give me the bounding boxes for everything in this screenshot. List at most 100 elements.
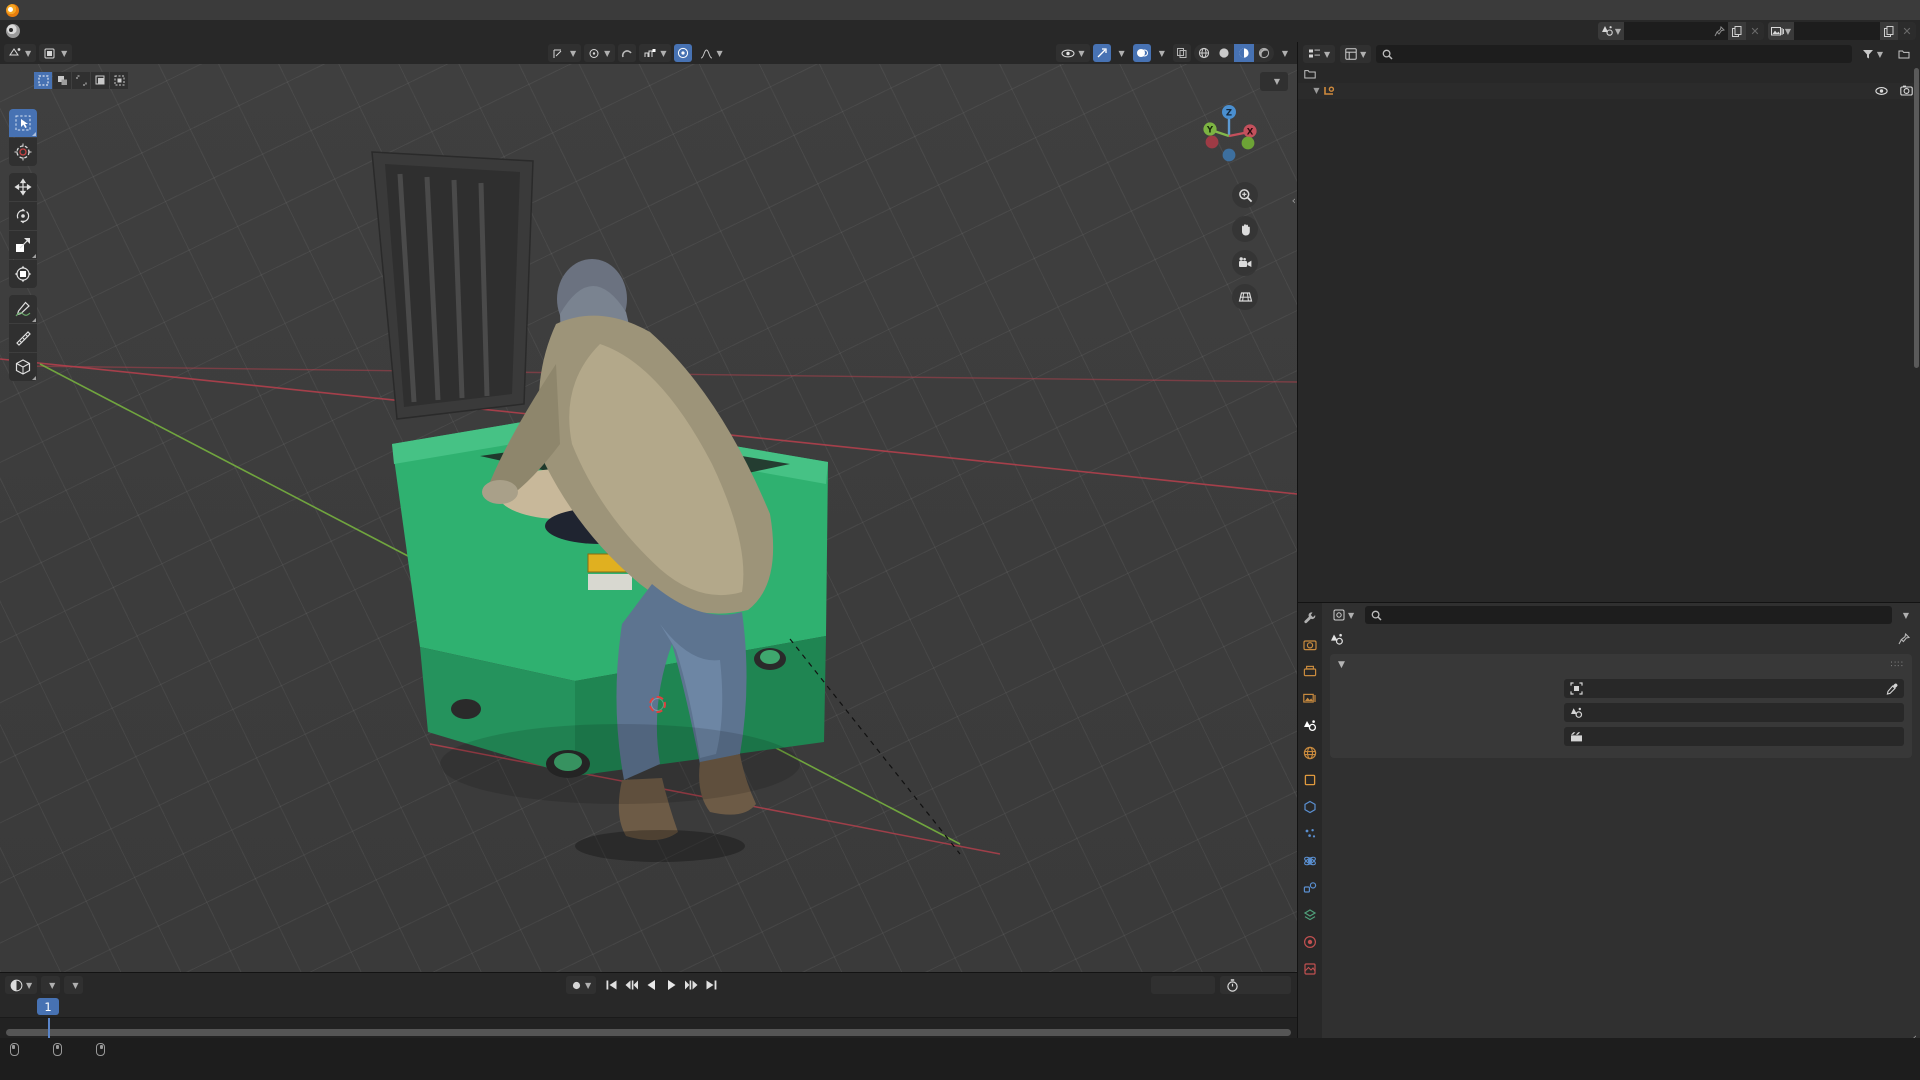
timeline-editor-type-button[interactable]: ▼ <box>5 976 38 994</box>
properties-tab-scene[interactable] <box>1301 717 1319 735</box>
viewlayer-selector[interactable]: ▼ ✕ <box>1768 22 1916 40</box>
properties-tab-view-layer[interactable] <box>1301 690 1319 708</box>
properties-search-input[interactable] <box>1365 606 1892 624</box>
select-invert-button[interactable] <box>91 72 109 89</box>
properties-tab-object[interactable] <box>1301 771 1319 789</box>
properties-tab-render[interactable] <box>1301 636 1319 654</box>
tool-transform[interactable] <box>9 260 37 288</box>
new-scene-button[interactable] <box>1728 22 1746 40</box>
tool-rotate[interactable] <box>9 202 37 230</box>
properties-tab-output[interactable] <box>1301 663 1319 681</box>
outliner-new-collection-button[interactable] <box>1893 45 1915 63</box>
previous-keyframe-button[interactable] <box>622 976 640 994</box>
chevron-down-icon[interactable]: ▼ <box>1338 660 1345 670</box>
outliner-row-root-collection[interactable]: ▼ <box>1298 82 1920 99</box>
select-box-button[interactable] <box>34 72 52 89</box>
disclosure-triangle-icon[interactable]: ▼ <box>1310 86 1323 95</box>
timeline-track-area[interactable] <box>0 1017 1297 1038</box>
camera-view-icon[interactable] <box>1232 250 1258 276</box>
scene-selector[interactable]: ▼ ✕ <box>1598 22 1764 40</box>
play-reverse-button[interactable] <box>642 976 660 994</box>
outliner-editor-type-button[interactable]: ▼ <box>1303 45 1336 63</box>
jump-to-end-button[interactable] <box>702 976 720 994</box>
zoom-icon[interactable] <box>1232 182 1258 208</box>
xray-toggle[interactable] <box>1172 44 1191 62</box>
sidebar-expand-arrow-icon[interactable]: ‹ <box>1292 194 1296 207</box>
properties-options-dropdown[interactable]: ▼ <box>1898 606 1914 624</box>
pan-hand-icon[interactable] <box>1232 216 1258 242</box>
3d-viewport[interactable]: ▼ Z Y X ‹ <box>0 64 1297 972</box>
select-extend-button[interactable] <box>53 72 71 89</box>
timeline-menu-keying[interactable]: ▼ <box>64 976 84 994</box>
shading-wireframe-button[interactable] <box>1194 44 1214 62</box>
current-frame-field[interactable] <box>1151 976 1215 994</box>
tool-move[interactable] <box>9 173 37 201</box>
tool-cursor[interactable] <box>9 138 37 166</box>
outliner-filter-button[interactable]: ▼ <box>1857 45 1888 63</box>
properties-tab-material[interactable] <box>1301 933 1319 951</box>
properties-tab-particles[interactable] <box>1301 825 1319 843</box>
maximize-button[interactable] <box>1832 0 1876 20</box>
shading-rendered-button[interactable] <box>1254 44 1274 62</box>
outliner-display-mode-dropdown[interactable]: ▼ <box>1340 45 1372 63</box>
interaction-mode-dropdown[interactable]: ▼ <box>39 44 73 62</box>
snap-pivot-button[interactable]: ▼ <box>584 44 616 62</box>
keyframe-type-dropdown[interactable]: ▼ <box>566 976 597 994</box>
viewport-options-button[interactable]: ▼ <box>1259 72 1288 91</box>
playhead-frame-label[interactable]: 1 <box>37 998 59 1015</box>
pin-icon[interactable] <box>1710 22 1728 40</box>
outliner-scrollbar[interactable] <box>1914 68 1919 368</box>
disable-in-renders-icon[interactable] <box>1900 85 1913 96</box>
properties-tab-texture[interactable] <box>1301 960 1319 978</box>
select-intersect-button[interactable] <box>110 72 128 89</box>
transform-orientation-dropdown[interactable]: ▼ <box>548 44 582 62</box>
timeline-horizontal-scrollbar[interactable] <box>6 1029 1291 1036</box>
outliner-row-scene-collection[interactable] <box>1298 66 1920 83</box>
navigation-gizmo[interactable]: Z Y X <box>1197 102 1261 166</box>
shading-solid-button[interactable] <box>1214 44 1234 62</box>
timeline-menu-playback[interactable]: ▼ <box>41 976 61 994</box>
toggle-orthographic-icon[interactable] <box>1232 284 1258 310</box>
falloff-dropdown[interactable]: ▼ <box>695 44 727 62</box>
tool-tweak-select[interactable] <box>9 109 37 137</box>
select-subtract-button[interactable] <box>72 72 90 89</box>
hide-in-viewport-icon[interactable] <box>1875 86 1888 96</box>
tool-scale[interactable] <box>9 231 37 259</box>
visibility-dropdown[interactable]: ▼ <box>1056 44 1090 62</box>
tool-measure[interactable] <box>9 324 37 352</box>
close-button[interactable] <box>1876 0 1920 20</box>
gizmo-toggle[interactable] <box>1092 44 1111 62</box>
properties-tab-tool[interactable] <box>1301 609 1319 627</box>
pin-icon[interactable] <box>1898 633 1910 645</box>
outliner-search-input[interactable] <box>1376 45 1852 63</box>
eyedropper-icon[interactable] <box>1886 683 1898 695</box>
proportional-editing-toggle[interactable] <box>674 44 693 62</box>
jump-to-start-button[interactable] <box>602 976 620 994</box>
properties-tab-constraints[interactable] <box>1301 879 1319 897</box>
auto-keying-icon[interactable] <box>1220 978 1239 992</box>
shading-dropdown[interactable]: ▼ <box>1277 44 1293 62</box>
background-scene-field[interactable] <box>1564 703 1904 722</box>
overlays-toggle[interactable] <box>1132 44 1151 62</box>
active-clip-field[interactable] <box>1564 727 1904 746</box>
frame-range-fields[interactable] <box>1220 976 1291 994</box>
tool-annotate[interactable] <box>9 295 37 323</box>
overlays-dropdown[interactable]: ▼ <box>1154 44 1170 62</box>
timeline-ruler[interactable]: 1 <box>0 997 1297 1017</box>
next-keyframe-button[interactable] <box>682 976 700 994</box>
properties-tab-data[interactable] <box>1301 906 1319 924</box>
camera-field[interactable] <box>1564 679 1904 698</box>
properties-tab-world[interactable] <box>1301 744 1319 762</box>
blender-menu-button[interactable] <box>0 20 26 42</box>
snap-target-dropdown[interactable]: ▼ <box>639 44 672 62</box>
new-viewlayer-button[interactable] <box>1880 22 1898 40</box>
properties-tab-modifiers[interactable] <box>1301 798 1319 816</box>
gizmo-dropdown[interactable]: ▼ <box>1114 44 1130 62</box>
snap-magnet-toggle[interactable] <box>618 44 637 62</box>
remove-viewlayer-button[interactable]: ✕ <box>1898 22 1916 40</box>
play-button[interactable] <box>662 976 680 994</box>
tool-add-cube[interactable] <box>9 353 37 381</box>
editor-type-button[interactable]: ▼ <box>4 44 37 62</box>
properties-editor-type-button[interactable]: ▼ <box>1328 606 1360 624</box>
panel-scene-header[interactable]: ▼ ∷∷ <box>1330 654 1912 676</box>
